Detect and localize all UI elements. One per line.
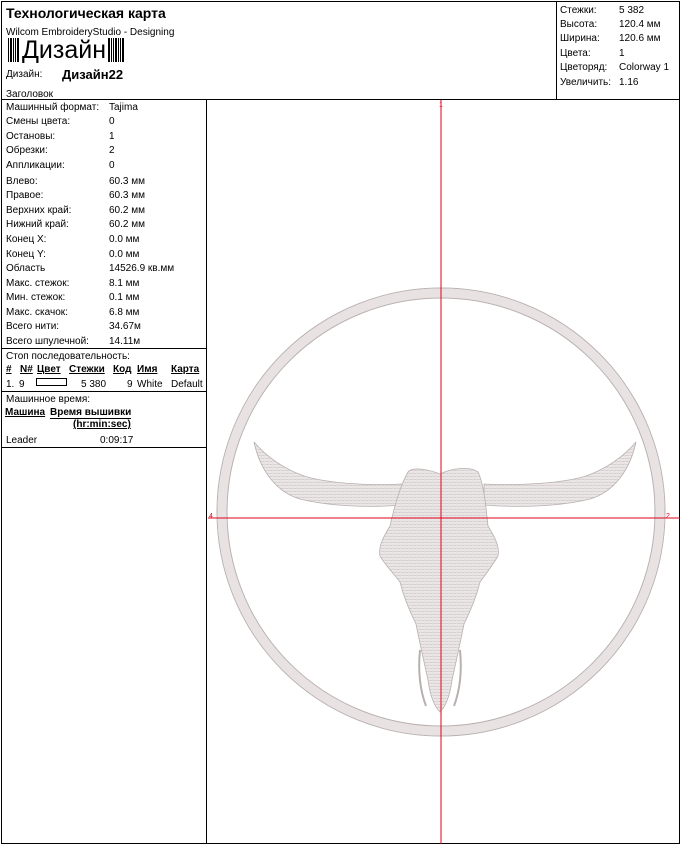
axis-marker-top: 1: [439, 102, 443, 109]
stop-row-num: 1.: [6, 379, 15, 390]
info-value: 0: [109, 116, 115, 127]
stat-label: Увеличить:: [560, 77, 612, 88]
info-label: Правое:: [6, 190, 44, 201]
stat-value: 120.6 мм: [619, 33, 661, 44]
col-header: Стежки: [69, 364, 105, 375]
info-label: Область: [6, 263, 46, 274]
info-value: 60.2 мм: [109, 205, 145, 216]
info-label: Нижний край:: [6, 219, 69, 230]
section-divider: [2, 391, 207, 392]
barcode: Дизайн: [8, 36, 125, 64]
col-header-time: Время вышивки: [50, 407, 132, 419]
info-value: 60.2 мм: [109, 219, 145, 230]
info-label: Смены цвета:: [6, 116, 71, 127]
info-label: Конец Y:: [6, 249, 46, 260]
col-header: Код: [113, 364, 132, 375]
info-value: 60.3 мм: [109, 176, 145, 187]
info-label: Остановы:: [6, 131, 56, 142]
stop-row-n: 9: [19, 379, 25, 390]
stat-label: Стежки:: [560, 5, 597, 16]
col-header-machine: Машина: [5, 407, 46, 418]
left-horn: [253, 441, 403, 507]
stop-sequence-title: Стоп последовательность:: [6, 351, 130, 362]
right-horn: [483, 441, 637, 507]
info-value: 0.0 мм: [109, 234, 140, 245]
info-value: 2: [109, 145, 115, 156]
info-label: Макс. скачок:: [6, 307, 68, 318]
info-label: Влево:: [6, 176, 38, 187]
stat-value: 1.16: [619, 77, 639, 88]
design-canvas[interactable]: 1 4 2: [208, 100, 680, 844]
stat-label: Цвета:: [560, 48, 591, 59]
info-value: 14526.9 кв.мм: [109, 263, 175, 274]
stat-label: Ширина:: [560, 33, 600, 44]
info-value: 6.8 мм: [109, 307, 140, 318]
design-name: Дизайн22: [62, 67, 124, 82]
stop-row-code: 9: [127, 379, 133, 390]
section-divider: [2, 447, 207, 448]
stat-value: 1: [619, 48, 625, 59]
info-value: 0.0 мм: [109, 249, 140, 260]
info-label: Всего шпулечной:: [6, 336, 89, 347]
stat-value: 5 382: [619, 5, 645, 16]
info-value: 0.1 мм: [109, 292, 140, 303]
stat-label: Цветоряд:: [560, 62, 608, 73]
stat-label: Высота:: [560, 19, 598, 30]
header: Технологическая карта Wilcom EmbroideryS…: [2, 2, 556, 100]
info-value: 34.67м: [109, 321, 141, 332]
col-header: #: [6, 364, 12, 375]
info-value: 8.1 мм: [109, 278, 140, 289]
machine-name: Leader: [6, 435, 38, 446]
info-value: 1: [109, 131, 115, 142]
info-panel: Машинный формат: Tajima Смены цвета: 0 Ост…: [2, 100, 207, 844]
col-header: Цвет: [37, 364, 61, 375]
stop-row-name: White: [137, 379, 163, 390]
info-value: 14.11м: [109, 336, 141, 347]
stat-value: 120.4 мм: [619, 19, 661, 30]
info-label: Верхних край:: [6, 205, 72, 216]
col-header-time-units: (hr:min:sec): [73, 419, 131, 430]
info-label: Машинный формат:: [6, 102, 100, 113]
design-preview: 1 4 2: [208, 100, 680, 844]
info-label: Обрезки:: [6, 145, 48, 156]
page-title: Технологическая карта: [6, 5, 166, 21]
barcode-text: Дизайн: [22, 36, 107, 64]
axis-marker-left: 4: [209, 513, 213, 520]
col-header: Карта: [171, 364, 200, 375]
info-label: Аппликации:: [6, 160, 65, 171]
col-header: Имя: [137, 364, 158, 375]
info-label: Макс. стежок:: [6, 278, 70, 289]
stop-row-stitches: 5 380: [81, 379, 107, 390]
info-label: Конец X:: [6, 234, 47, 245]
info-value: 0: [109, 160, 115, 171]
skull: [379, 468, 499, 713]
info-value: Tajima: [109, 102, 138, 113]
embroidery-time: 0:09:17: [100, 435, 134, 446]
section-divider: [2, 348, 207, 349]
stop-row-chart: Default: [171, 379, 203, 390]
info-label: Мин. стежок:: [6, 292, 66, 303]
stats-box: Стежки: 5 382 Высота: 120.4 мм Ширина: 1…: [556, 2, 680, 99]
color-swatch: [36, 378, 67, 386]
col-header: N#: [20, 364, 33, 375]
machine-time-title: Машинное время:: [6, 394, 91, 405]
design-label: Дизайн:: [6, 69, 43, 80]
info-value: 60.3 мм: [109, 190, 145, 201]
stat-value: Colorway 1: [619, 62, 670, 73]
info-label: Всего нити:: [6, 321, 60, 332]
axis-marker-right: 2: [666, 513, 670, 520]
